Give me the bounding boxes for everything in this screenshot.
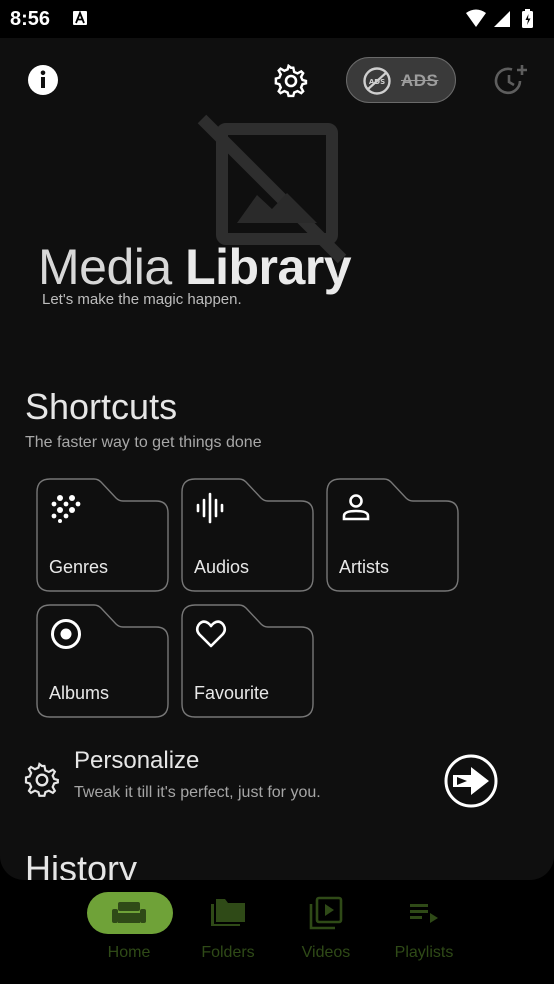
shortcut-audios[interactable]: Audios	[181, 478, 315, 594]
nav-videos[interactable]: Videos	[278, 892, 374, 972]
personalize-gear-icon	[24, 762, 59, 797]
status-time: 8:56	[10, 8, 51, 30]
home-screen: ADS ADS Media Library Let's make the mag…	[0, 38, 554, 880]
accessibility-a-icon	[73, 11, 87, 25]
title-light: Media	[38, 239, 186, 295]
shortcut-label: Genres	[49, 557, 109, 577]
nav-home[interactable]: Home	[81, 892, 177, 972]
status-bar: 8:56	[0, 0, 554, 38]
nav-label: Home	[107, 944, 151, 961]
shortcut-label: Albums	[49, 683, 110, 703]
shortcut-artists[interactable]: Artists	[326, 478, 460, 594]
battery-icon	[522, 9, 533, 28]
title-bold: Library	[185, 239, 352, 295]
genres-dots-icon	[51, 495, 81, 523]
status-icons	[466, 9, 533, 28]
folders-icon	[211, 899, 245, 926]
personalize-forward-button[interactable]	[443, 753, 499, 809]
shortcut-label: Artists	[339, 557, 390, 577]
nav-folders[interactable]: Folders	[180, 892, 276, 972]
nav-label: Folders	[201, 944, 255, 961]
shortcuts-title: Shortcuts	[25, 386, 178, 427]
nav-playlists[interactable]: Playlists	[376, 892, 472, 972]
personalize-subtitle: Tweak it till it's perfect, just for you…	[74, 784, 321, 801]
media-library-title: Media Library	[38, 238, 352, 296]
info-icon[interactable]	[27, 64, 59, 96]
bottom-navigation: Home Folders Videos Playlists	[0, 880, 554, 984]
hero-subtitle: Let's make the magic happen.	[42, 291, 242, 308]
home-sofa-icon	[112, 902, 146, 923]
personalize-title: Personalize	[74, 747, 200, 774]
settings-gear-icon[interactable]	[274, 64, 308, 98]
shortcut-genres[interactable]: Genres	[36, 478, 170, 594]
signal-icon	[494, 11, 510, 27]
playlist-icon	[410, 904, 438, 923]
nav-label: Videos	[301, 944, 351, 961]
disc-icon	[51, 619, 81, 649]
nav-label: Playlists	[394, 944, 454, 961]
wifi-icon	[466, 9, 486, 27]
shortcut-label: Audios	[194, 557, 250, 577]
audio-waveform-icon	[196, 492, 224, 524]
shortcut-albums[interactable]: Albums	[36, 604, 170, 720]
heart-icon	[195, 620, 227, 648]
sleep-timer-add-icon[interactable]	[494, 63, 530, 99]
no-ads-icon: ADS	[363, 67, 391, 95]
video-library-icon	[309, 896, 343, 930]
ads-label: ADS	[401, 71, 439, 90]
shortcut-favourite[interactable]: Favourite	[181, 604, 315, 720]
remove-ads-button[interactable]: ADS ADS	[346, 57, 456, 103]
person-icon	[342, 494, 370, 521]
shortcut-label: Favourite	[194, 683, 270, 703]
shortcuts-subtitle: The faster way to get things done	[25, 434, 262, 451]
history-title: History	[25, 848, 138, 880]
